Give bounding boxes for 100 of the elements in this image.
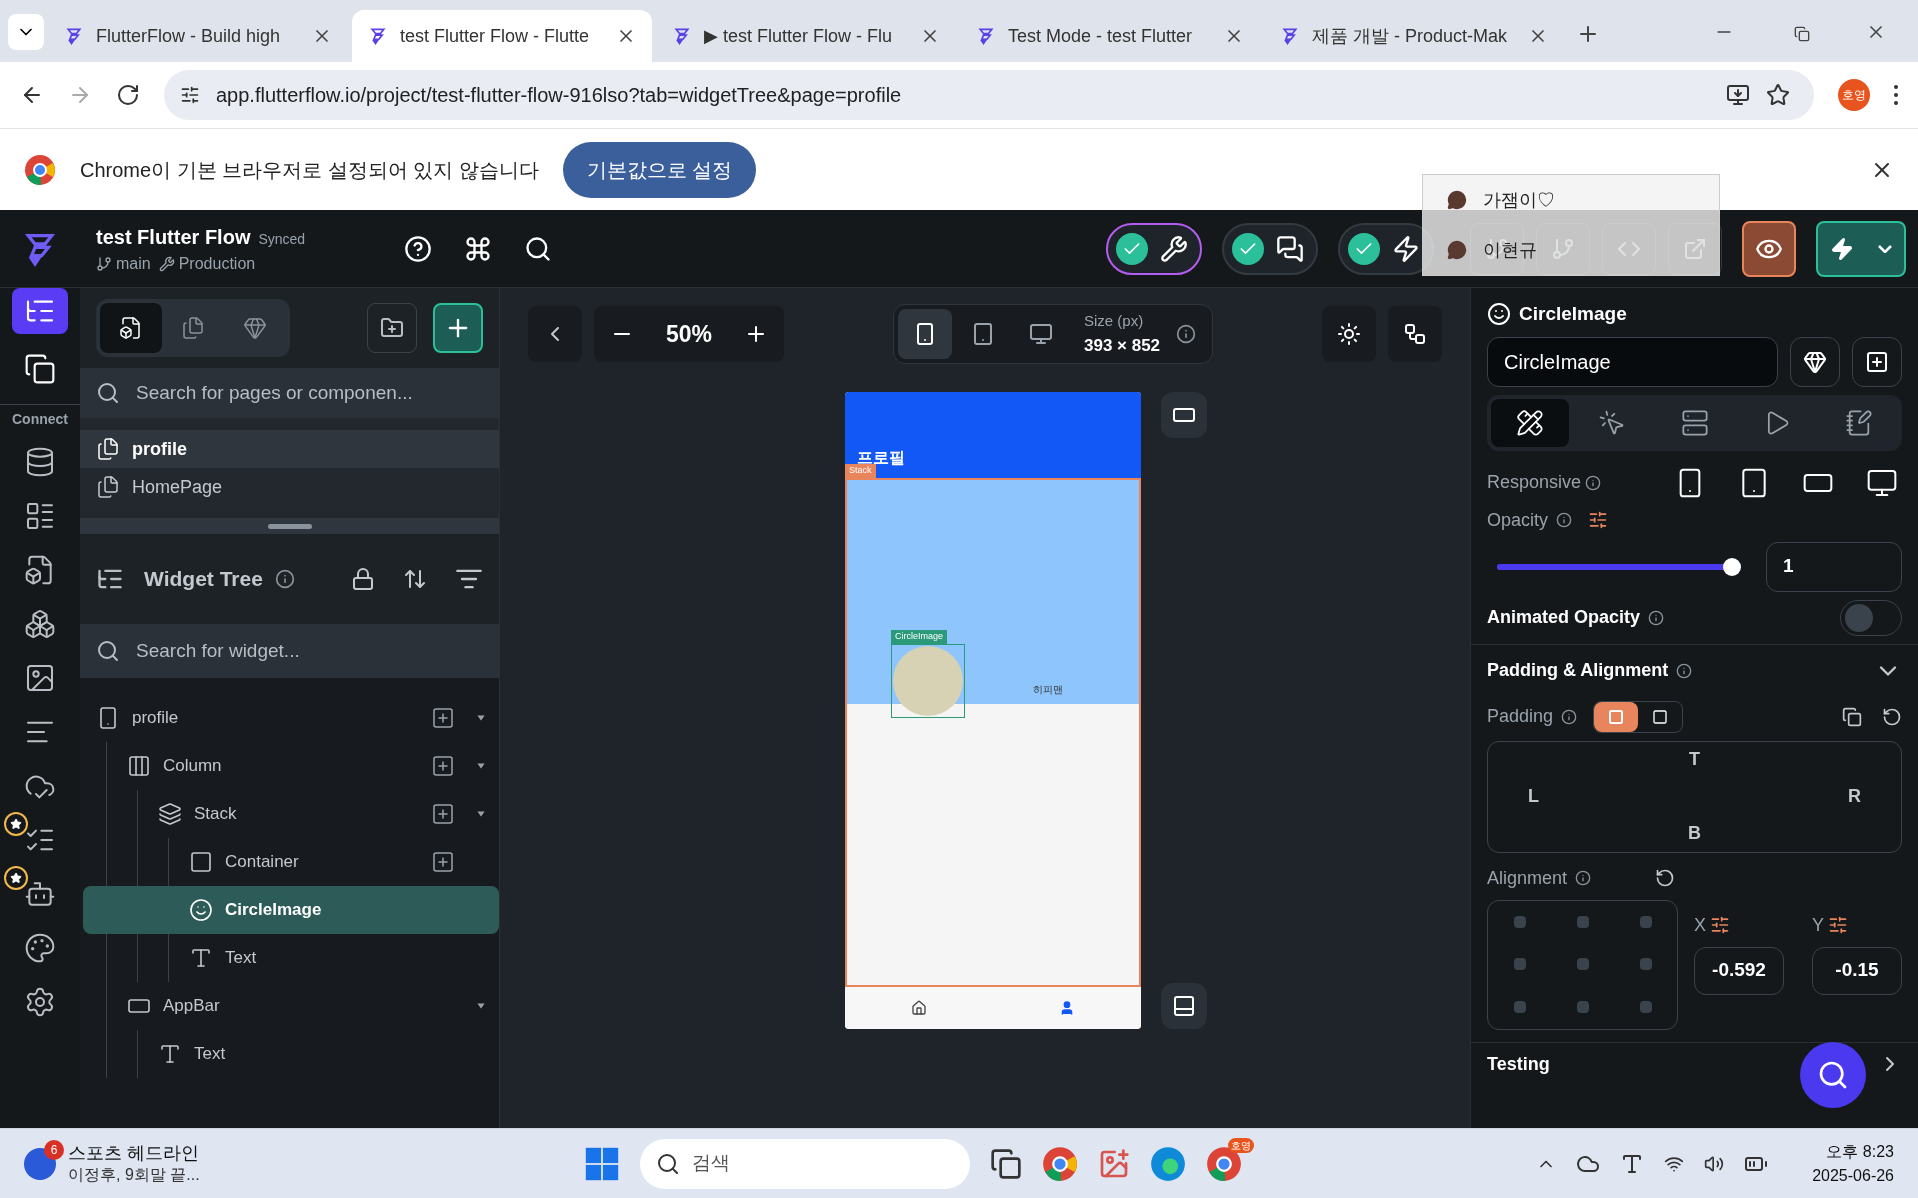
add-child-icon[interactable] xyxy=(431,754,455,778)
restore-icon[interactable] xyxy=(1794,26,1810,42)
browser-tab[interactable]: ▶ test Flutter Flow - Flu xyxy=(656,10,956,62)
branch-name[interactable]: main xyxy=(116,251,151,276)
info-icon[interactable] xyxy=(1556,512,1573,528)
mode-toggle[interactable] xyxy=(1222,222,1318,275)
page-search-field[interactable]: Search for pages or componen... xyxy=(80,368,499,418)
reset-icon[interactable] xyxy=(1655,868,1676,888)
clock-date[interactable]: 2025-06-26 xyxy=(1812,1163,1894,1188)
widget-name-field[interactable]: CircleImage xyxy=(1487,336,1778,387)
page-item[interactable]: profile xyxy=(80,430,499,468)
slider-thumb[interactable] xyxy=(1723,557,1741,576)
theme-icon[interactable] xyxy=(24,932,56,964)
command-icon[interactable] xyxy=(464,234,492,263)
browser-tab[interactable]: 제품 개발 - Product-Mak xyxy=(1264,10,1564,62)
padding-left-label[interactable]: L xyxy=(1528,783,1639,810)
add-folder-button[interactable] xyxy=(367,303,417,353)
list-icon[interactable] xyxy=(24,500,56,532)
site-settings-icon[interactable] xyxy=(180,85,200,105)
expand-collapse-icon[interactable] xyxy=(403,567,427,591)
page-item[interactable]: HomePage xyxy=(80,468,499,506)
info-icon[interactable] xyxy=(1648,609,1665,626)
structure-button[interactable] xyxy=(1388,306,1442,362)
animated-opacity-switch[interactable] xyxy=(1840,599,1902,636)
lock-icon[interactable] xyxy=(351,567,375,591)
theme-button[interactable] xyxy=(1322,306,1376,362)
tree-item[interactable]: Container xyxy=(83,838,499,886)
tree-item[interactable]: CircleImage xyxy=(83,886,499,934)
reload-icon[interactable] xyxy=(116,83,140,107)
environment-name[interactable]: Production xyxy=(178,251,256,276)
padding-mode-toggle[interactable] xyxy=(1594,701,1639,732)
info-icon[interactable] xyxy=(1176,324,1197,344)
comment-author[interactable]: 가잼이♡ xyxy=(1483,186,1555,214)
browser-tab[interactable]: Test Mode - test Flutter xyxy=(960,10,1260,62)
menu-icon[interactable] xyxy=(1894,85,1898,105)
snipping-tool-icon[interactable] xyxy=(1098,1147,1130,1180)
info-icon[interactable] xyxy=(1561,708,1578,725)
add-widget-button[interactable] xyxy=(1852,336,1902,387)
info-icon[interactable] xyxy=(1585,474,1602,491)
address-bar[interactable]: app.flutterflow.io/project/test-flutter-flow-916lso?tab=widgetTree&page=profile xyxy=(164,70,1814,120)
clock-time[interactable]: 오후 8:23 xyxy=(1826,1139,1894,1164)
reset-icon[interactable] xyxy=(1882,706,1902,727)
start-icon[interactable] xyxy=(584,1145,620,1182)
add-page-button[interactable] xyxy=(433,303,483,353)
info-icon[interactable] xyxy=(274,569,295,589)
padding-bottom-label[interactable]: B xyxy=(1639,819,1750,847)
database-icon[interactable] xyxy=(24,446,56,478)
properties-tab[interactable] xyxy=(1491,398,1570,447)
news-title[interactable]: 스포츠 헤드라인 xyxy=(68,1142,200,1165)
tree-item[interactable]: Text xyxy=(83,934,499,982)
taskbar-search-field[interactable]: 검색 xyxy=(640,1138,970,1189)
padding-top-label[interactable]: T xyxy=(1639,746,1750,774)
resize-handle[interactable] xyxy=(267,523,312,529)
nav-bar-toggle-button[interactable] xyxy=(1161,983,1207,1029)
opacity-value-field[interactable]: 1 xyxy=(1766,541,1902,592)
install-icon[interactable] xyxy=(1726,83,1750,107)
tree-item[interactable]: profile xyxy=(80,694,499,742)
tree-item[interactable]: Stack xyxy=(82,790,499,838)
nav-icon[interactable] xyxy=(1059,1000,1075,1016)
app-bar-toggle-button[interactable] xyxy=(1161,392,1207,438)
y-value-field[interactable]: -0.15 xyxy=(1812,946,1902,995)
add-child-icon[interactable] xyxy=(431,706,455,730)
browser-tab[interactable]: test Flutter Flow - Flutte xyxy=(352,10,652,62)
panel-tab[interactable] xyxy=(100,303,162,353)
chrome-icon[interactable] xyxy=(1042,1145,1078,1182)
components-icon[interactable] xyxy=(24,608,56,640)
mode-toggle[interactable] xyxy=(1106,222,1202,275)
comment-author[interactable]: 이현규 xyxy=(1483,236,1537,264)
device-toggle[interactable] xyxy=(897,309,952,359)
tree-item[interactable]: AppBar xyxy=(81,982,499,1030)
x-value-field[interactable]: -0.592 xyxy=(1694,946,1784,995)
search-icon[interactable] xyxy=(524,234,552,263)
edge-icon[interactable] xyxy=(1150,1145,1186,1182)
nav-icon[interactable] xyxy=(911,1000,927,1016)
info-icon[interactable] xyxy=(1575,870,1592,886)
padding-right-label[interactable]: R xyxy=(1750,783,1861,810)
settings-icon[interactable] xyxy=(24,986,56,1018)
variable-icon[interactable] xyxy=(1588,510,1609,530)
tree-item[interactable]: Column xyxy=(81,742,499,790)
add-child-icon[interactable] xyxy=(431,850,455,874)
deploy-button[interactable] xyxy=(1816,220,1906,277)
tree-item[interactable]: Text xyxy=(82,1030,499,1078)
news-icon[interactable] xyxy=(24,1147,56,1180)
copy-icon[interactable] xyxy=(1842,706,1862,727)
variable-icon[interactable] xyxy=(1828,915,1848,935)
profile-avatar[interactable]: 호영 xyxy=(1838,79,1870,111)
media-icon[interactable] xyxy=(24,662,56,694)
volume-icon[interactable] xyxy=(1704,1153,1725,1174)
preview-button[interactable] xyxy=(1742,220,1796,277)
help-icon[interactable] xyxy=(404,234,432,263)
add-child-icon[interactable] xyxy=(431,802,455,826)
widget-search-field[interactable]: Search for widget... xyxy=(80,624,499,678)
task-view-icon[interactable] xyxy=(990,1147,1022,1180)
browser-tab[interactable]: FlutterFlow - Build high xyxy=(48,10,348,62)
variable-icon[interactable] xyxy=(1710,915,1730,935)
info-icon[interactable] xyxy=(1676,662,1693,679)
rail-item[interactable] xyxy=(12,288,68,334)
set-default-button[interactable]: 기본값으로 설정 xyxy=(562,141,757,198)
library-button[interactable] xyxy=(1790,336,1840,387)
bookmark-icon[interactable] xyxy=(1766,83,1790,107)
